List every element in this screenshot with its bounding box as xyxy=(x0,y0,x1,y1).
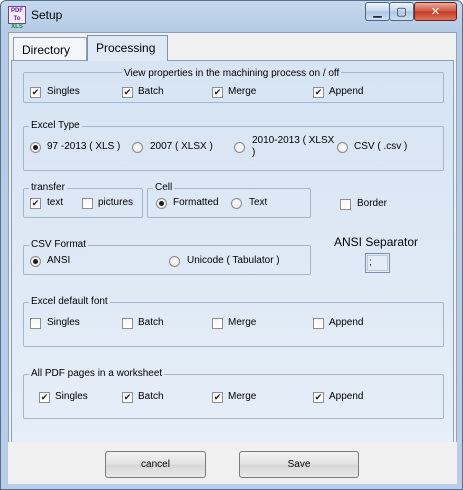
tab-processing[interactable]: Processing xyxy=(87,35,168,61)
cell-title: Cell xyxy=(153,182,175,193)
pages-merge-label: Merge xyxy=(228,391,257,402)
view-merge-checkbox[interactable]: ✔ xyxy=(212,87,223,98)
pages-batch-checkbox[interactable]: ✔ xyxy=(122,392,133,403)
excel-type-2007-radio[interactable] xyxy=(132,142,143,153)
font-singles-checkbox[interactable] xyxy=(30,318,41,329)
close-button[interactable]: ✕ xyxy=(414,2,457,21)
cell-formatted-radio[interactable] xyxy=(156,198,167,209)
ansi-separator-input[interactable]: ; xyxy=(365,253,390,273)
border-checkbox[interactable] xyxy=(340,199,351,210)
app-icon-text-2: To xyxy=(13,16,21,22)
excel-type-2010-radio[interactable] xyxy=(234,142,245,153)
title-bar[interactable]: PDF To XLS Setup ▁ ▢ ✕ xyxy=(1,1,462,31)
excel-type-xls-radio[interactable] xyxy=(30,142,41,153)
excel-type-2010-label-line1: 2010-2013 ( XLSX xyxy=(252,135,335,146)
view-batch-label: Batch xyxy=(138,86,164,97)
cancel-button[interactable]: cancel xyxy=(105,451,206,478)
view-singles-label: Singles xyxy=(47,86,80,97)
excel-type-csv-radio[interactable] xyxy=(337,142,348,153)
view-batch-checkbox[interactable]: ✔ xyxy=(122,87,133,98)
pages-batch-label: Batch xyxy=(138,391,164,402)
minimize-button[interactable]: ▁ xyxy=(365,2,390,21)
excel-default-font-title: Excel default font xyxy=(29,296,110,307)
font-batch-label: Batch xyxy=(138,317,164,328)
cell-formatted-label: Formatted xyxy=(173,197,219,208)
app-icon: PDF To XLS xyxy=(8,6,26,30)
maximize-button[interactable]: ▢ xyxy=(389,2,414,21)
transfer-text-checkbox[interactable]: ✔ xyxy=(30,198,41,209)
ansi-separator-label: ANSI Separator xyxy=(334,235,419,249)
pages-append-checkbox[interactable]: ✔ xyxy=(313,392,324,403)
view-singles-checkbox[interactable]: ✔ xyxy=(30,87,41,98)
csv-ansi-label: ANSI xyxy=(47,255,71,266)
csv-unicode-radio[interactable] xyxy=(169,256,180,267)
close-icon: ✕ xyxy=(430,6,441,18)
font-singles-label: Singles xyxy=(47,317,80,328)
minimize-icon: ▁ xyxy=(373,6,382,18)
view-merge-label: Merge xyxy=(228,86,257,97)
excel-type-csv-label: CSV ( .csv ) xyxy=(354,141,408,152)
processing-panel: View properties in the machining process… xyxy=(11,60,454,451)
pages-append-label: Append xyxy=(329,391,364,402)
view-properties-title: View properties in the machining process… xyxy=(122,68,342,79)
font-append-label: Append xyxy=(329,317,364,328)
font-batch-checkbox[interactable] xyxy=(122,318,133,329)
excel-type-2007-label: 2007 ( XLSX ) xyxy=(150,141,213,152)
cell-text-label: Text xyxy=(249,197,268,208)
app-icon-text-1: PDF xyxy=(11,8,23,14)
view-append-label: Append xyxy=(329,86,364,97)
csv-ansi-radio[interactable] xyxy=(30,256,41,267)
dialog-footer: cancel Save xyxy=(8,442,457,484)
window-title: Setup xyxy=(31,8,63,22)
transfer-pictures-label: pictures xyxy=(98,197,134,208)
cell-text-radio[interactable] xyxy=(231,198,242,209)
transfer-text-label: text xyxy=(47,197,64,208)
font-append-checkbox[interactable] xyxy=(313,318,324,329)
transfer-pictures-checkbox[interactable] xyxy=(82,198,93,209)
excel-type-xls-label: 97 -2013 ( XLS ) xyxy=(47,141,121,152)
pages-singles-label: Singles xyxy=(55,391,88,402)
excel-type-title: Excel Type xyxy=(29,120,82,131)
maximize-icon: ▢ xyxy=(396,6,407,18)
view-append-checkbox[interactable]: ✔ xyxy=(313,87,324,98)
font-merge-checkbox[interactable] xyxy=(212,318,223,329)
save-button[interactable]: Save xyxy=(239,451,359,478)
setup-window: PDF To XLS Setup ▁ ▢ ✕ Directory Process… xyxy=(0,0,463,490)
transfer-title: transfer xyxy=(29,182,67,193)
excel-type-2010-label-line2: ) xyxy=(252,147,256,158)
border-label: Border xyxy=(357,198,388,209)
pages-merge-checkbox[interactable]: ✔ xyxy=(212,392,223,403)
csv-unicode-label: Unicode ( Tabulator ) xyxy=(187,255,280,266)
pages-singles-checkbox[interactable]: ✔ xyxy=(39,392,50,403)
app-icon-text-3: XLS xyxy=(11,24,23,30)
tab-directory[interactable]: Directory xyxy=(13,37,87,60)
csv-format-title: CSV Format xyxy=(29,239,89,250)
all-pdf-pages-title: All PDF pages in a worksheet xyxy=(29,368,165,379)
font-merge-label: Merge xyxy=(228,317,257,328)
dialog-client-area: Directory Processing View properties in … xyxy=(8,32,457,484)
